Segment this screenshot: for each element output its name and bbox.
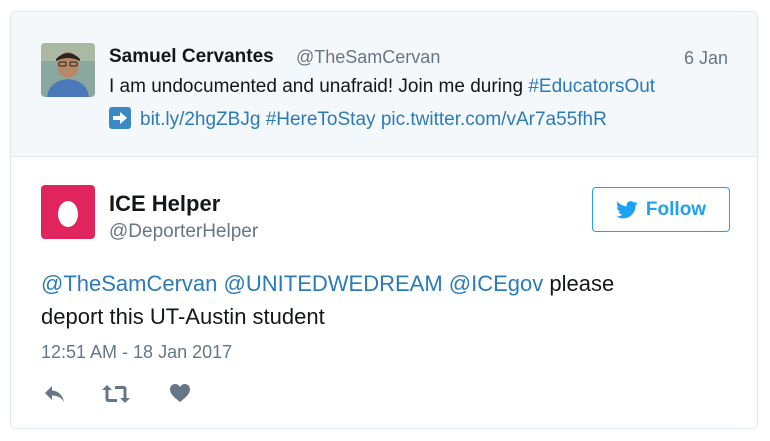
quoted-author-handle[interactable]: @TheSamCervan <box>296 47 440 68</box>
quoted-tweet-date[interactable]: 6 Jan <box>684 48 728 69</box>
right-arrow-emoji-icon <box>109 107 131 129</box>
tweet-text: @TheSamCervan @UNITEDWEDREAM @ICEgov ple… <box>41 267 721 333</box>
reply-icon[interactable] <box>43 383 67 410</box>
follow-label: Follow <box>645 198 707 220</box>
author-name[interactable]: ICE Helper <box>109 191 220 217</box>
mention-unitedwedream[interactable]: @UNITEDWEDREAM <box>224 271 443 296</box>
quoted-author-name[interactable]: Samuel Cervantes <box>109 46 274 68</box>
egg-icon <box>58 201 78 227</box>
quoted-author-avatar[interactable] <box>41 43 95 97</box>
embedded-tweet-card: Samuel Cervantes @TheSamCervan 6 Jan I a… <box>10 11 758 429</box>
mention-icegov[interactable]: @ICEgov <box>449 271 543 296</box>
author-avatar[interactable] <box>41 185 95 239</box>
quoted-tweet[interactable]: Samuel Cervantes @TheSamCervan 6 Jan I a… <box>11 12 757 157</box>
quoted-tweet-text-line1: I am undocumented and unafraid! Join me … <box>109 76 655 98</box>
quoted-text: I am undocumented and unafraid! Join me … <box>109 76 529 97</box>
quoted-tweet-text-line2: bit.ly/2hgZBJg #HereToStay pic.twitter.c… <box>109 107 607 131</box>
mention-thesamcervan[interactable]: @TheSamCervan <box>41 271 217 296</box>
tweet-text-line2: deport this UT-Austin student <box>41 304 325 329</box>
follow-button[interactable]: Follow <box>592 187 730 232</box>
hashtag-educatorsout[interactable]: #EducatorsOut <box>528 76 655 97</box>
tweet-timestamp[interactable]: 12:51 AM - 18 Jan 2017 <box>41 342 232 363</box>
shortened-link[interactable]: bit.ly/2hgZBJg <box>140 109 260 130</box>
hashtag-heretostay[interactable]: #HereToStay <box>266 109 376 130</box>
author-handle[interactable]: @DeporterHelper <box>109 221 258 243</box>
tweet-text-rest: please <box>543 271 615 296</box>
twitter-bird-icon <box>616 200 638 218</box>
pic-link[interactable]: pic.twitter.com/vAr7a55fhR <box>381 109 607 130</box>
heart-icon[interactable] <box>169 383 191 408</box>
retweet-icon[interactable] <box>101 383 131 410</box>
